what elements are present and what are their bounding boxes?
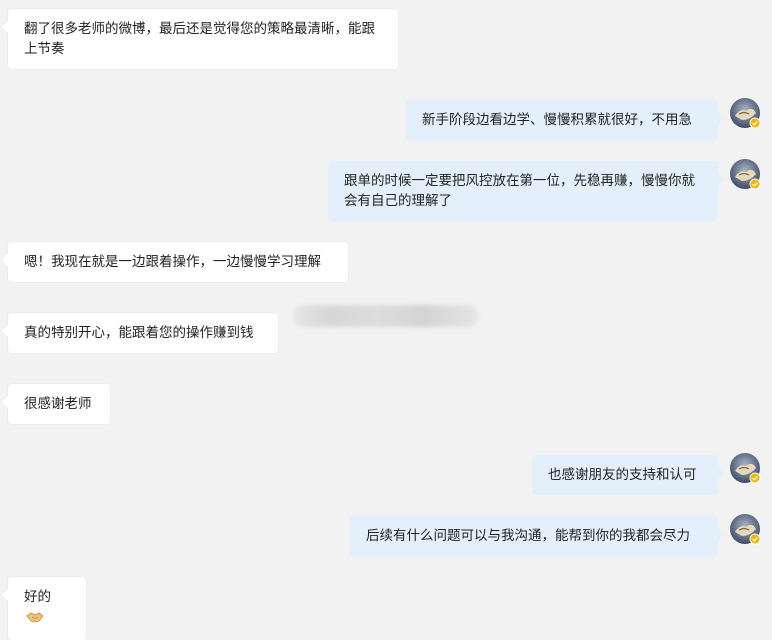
outgoing-message-bubble[interactable]: 跟单的时候一定要把风控放在第一位，先稳再赚，慢慢你就会有自己的理解了	[328, 161, 724, 221]
outgoing-message-bubble[interactable]: 新手阶段边看边学、慢慢积累就很好，不用急	[406, 100, 724, 140]
incoming-message-bubble[interactable]: 翻了很多老师的微博，最后还是觉得您的策略最清晰，能跟上节奏	[2, 9, 398, 69]
message-text: 很感谢老师	[24, 396, 92, 412]
verified-badge-icon	[749, 117, 761, 129]
verified-badge-icon	[749, 178, 761, 190]
verified-badge-icon	[749, 533, 761, 545]
verified-badge-icon	[749, 472, 761, 484]
incoming-message-bubble[interactable]: 真的特别开心，能跟着您的操作赚到钱	[2, 313, 278, 353]
message-text: 跟单的时候一定要把风控放在第一位，先稳再赚，慢慢你就会有自己的理解了	[344, 173, 695, 209]
sender-avatar[interactable]	[730, 159, 761, 190]
chat-window: 翻了很多老师的微博，最后还是觉得您的策略最清晰，能跟上节奏 新手阶段边看边学、慢…	[0, 0, 772, 640]
message-text: 好的	[24, 589, 51, 605]
outgoing-message-bubble[interactable]: 后续有什么问题可以与我沟通，能帮到你的我都会尽力	[350, 516, 724, 556]
teacher-avatar-icon	[730, 453, 761, 484]
message-text: 翻了很多老师的微博，最后还是觉得您的策略最清晰，能跟上节奏	[24, 21, 375, 57]
redacted-blur-strip	[293, 305, 479, 327]
outgoing-message-bubble[interactable]: 也感谢朋友的支持和认可	[532, 455, 724, 495]
incoming-message-bubble[interactable]: 嗯！我现在就是一边跟着操作，一边慢慢学习理解	[2, 242, 348, 282]
message-text: 嗯！我现在就是一边跟着操作，一边慢慢学习理解	[24, 254, 321, 270]
handshake-emoji-icon	[26, 610, 44, 630]
teacher-avatar-icon	[730, 98, 761, 129]
message-text: 新手阶段边看边学、慢慢积累就很好，不用急	[422, 112, 692, 128]
sender-avatar[interactable]	[730, 453, 761, 484]
incoming-message-bubble[interactable]: 很感谢老师	[2, 384, 110, 424]
message-text: 真的特别开心，能跟着您的操作赚到钱	[24, 325, 254, 341]
message-text: 也感谢朋友的支持和认可	[548, 467, 697, 483]
message-text: 后续有什么问题可以与我沟通，能帮到你的我都会尽力	[366, 528, 690, 544]
teacher-avatar-icon	[730, 159, 761, 190]
sender-avatar[interactable]	[730, 98, 761, 129]
teacher-avatar-icon	[730, 514, 761, 545]
incoming-message-bubble[interactable]: 好的	[2, 577, 86, 640]
sender-avatar[interactable]	[730, 514, 761, 545]
